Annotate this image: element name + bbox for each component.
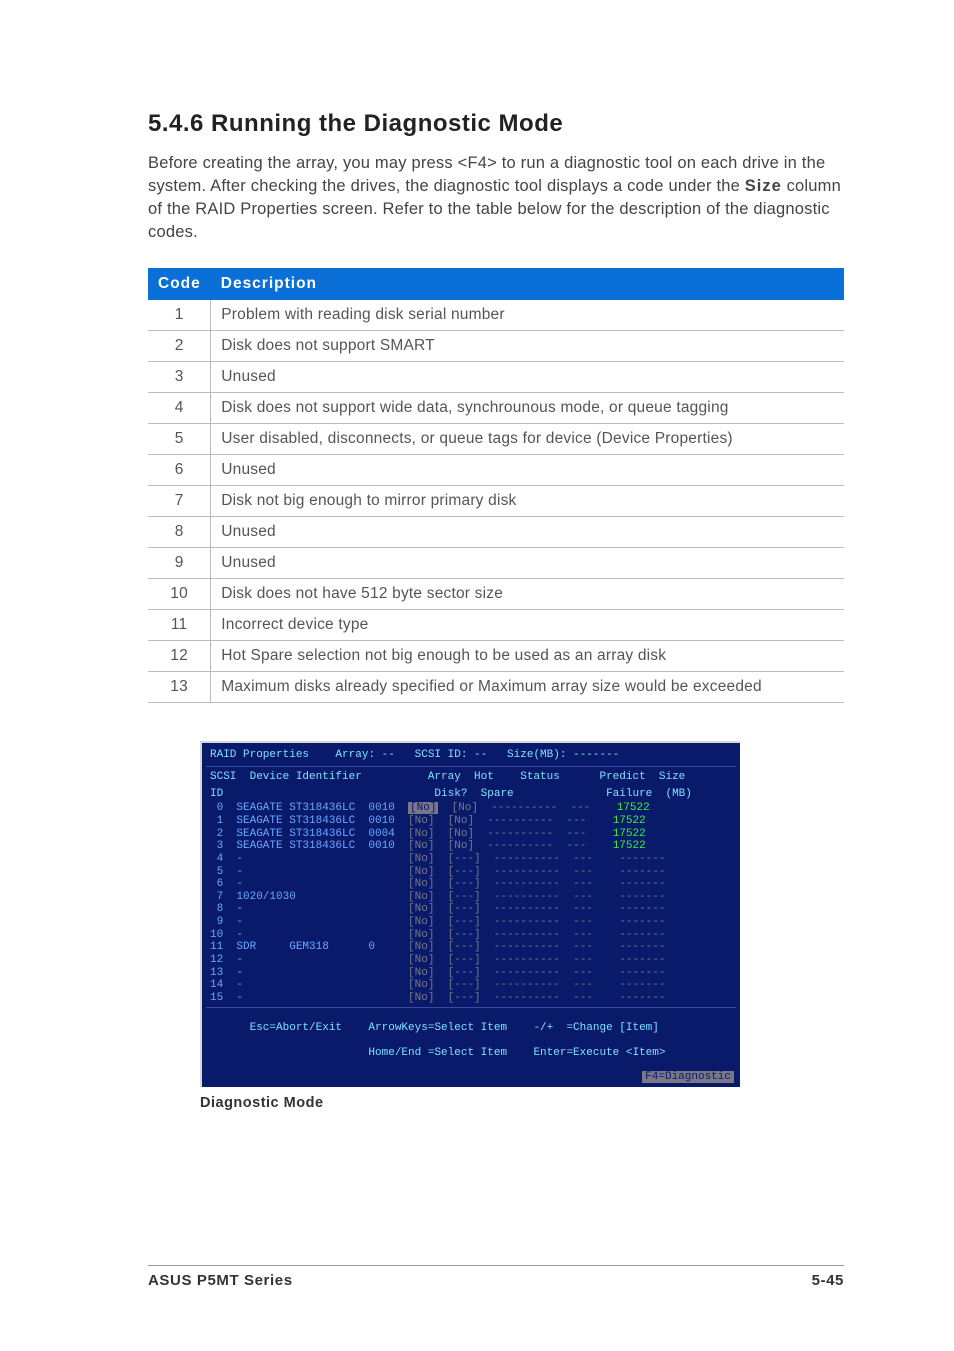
bios-row: 9 - [No] [---] ---------- --- ------- xyxy=(210,916,732,929)
desc-cell: Maximum disks already specified or Maxim… xyxy=(211,672,844,703)
bios-row: 8 - [No] [---] ---------- --- ------- xyxy=(210,903,732,916)
code-cell: 10 xyxy=(148,579,211,610)
bios-row: 5 - [No] [---] ---------- --- ------- xyxy=(210,866,732,879)
bios-row: 14 - [No] [---] ---------- --- ------- xyxy=(210,979,732,992)
bios-row: 4 - [No] [---] ---------- --- ------- xyxy=(210,853,732,866)
desc-cell: Problem with reading disk serial number xyxy=(211,300,844,331)
code-cell: 11 xyxy=(148,610,211,641)
code-cell: 4 xyxy=(148,393,211,424)
bios-footer-2: Home/End =Select Item Enter=Execute <Ite… xyxy=(250,1047,666,1059)
table-row: 7Disk not big enough to mirror primary d… xyxy=(148,486,844,517)
bios-caption: Diagnostic Mode xyxy=(200,1095,740,1111)
desc-cell: User disabled, disconnects, or queue tag… xyxy=(211,424,844,455)
desc-cell: Unused xyxy=(211,517,844,548)
table-row: 2Disk does not support SMART xyxy=(148,331,844,362)
table-row: 4Disk does not support wide data, synchr… xyxy=(148,393,844,424)
bios-row: 15 - [No] [---] ---------- --- ------- xyxy=(210,992,732,1005)
footer-left: ASUS P5MT Series xyxy=(148,1272,293,1289)
bios-footer: Esc=Abort/Exit ArrowKeys=Select Item -/+… xyxy=(206,1007,736,1086)
desc-cell: Disk does not support SMART xyxy=(211,331,844,362)
table-row: 1Problem with reading disk serial number xyxy=(148,300,844,331)
code-cell: 12 xyxy=(148,641,211,672)
bios-row: 1 SEAGATE ST318436LC 0010 [No] [No] ----… xyxy=(210,815,732,828)
section-heading: 5.4.6 Running the Diagnostic Mode xyxy=(148,110,844,138)
bios-columns-1: SCSI Device Identifier Array Hot Status … xyxy=(206,769,736,786)
bios-row: 10 - [No] [---] ---------- --- ------- xyxy=(210,929,732,942)
footer-right: 5-45 xyxy=(812,1272,844,1289)
desc-cell: Disk does not have 512 byte sector size xyxy=(211,579,844,610)
desc-cell: Disk does not support wide data, synchro… xyxy=(211,393,844,424)
bios-footer-1: Esc=Abort/Exit ArrowKeys=Select Item -/+… xyxy=(250,1022,659,1034)
code-cell: 5 xyxy=(148,424,211,455)
code-cell: 2 xyxy=(148,331,211,362)
diagnostic-codes-table: Code Description 1Problem with reading d… xyxy=(148,268,844,703)
code-cell: 8 xyxy=(148,517,211,548)
bios-row: 3 SEAGATE ST318436LC 0010 [No] [No] ----… xyxy=(210,840,732,853)
code-cell: 9 xyxy=(148,548,211,579)
bios-screenshot: RAID Properties Array: -- SCSI ID: -- Si… xyxy=(200,741,740,1087)
code-cell: 1 xyxy=(148,300,211,331)
table-row: 11Incorrect device type xyxy=(148,610,844,641)
bios-row: 12 - [No] [---] ---------- --- ------- xyxy=(210,954,732,967)
table-row: 6Unused xyxy=(148,455,844,486)
desc-cell: Disk not big enough to mirror primary di… xyxy=(211,486,844,517)
intro-text-before: Before creating the array, you may press… xyxy=(148,154,825,195)
desc-cell: Unused xyxy=(211,362,844,393)
table-row: 9Unused xyxy=(148,548,844,579)
bios-row: 2 SEAGATE ST318436LC 0004 [No] [No] ----… xyxy=(210,828,732,841)
bios-row: 0 SEAGATE ST318436LC 0010 [No] [No] ----… xyxy=(210,802,732,815)
desc-cell: Unused xyxy=(211,548,844,579)
bios-row: 7 1020/1030 [No] [---] ---------- --- --… xyxy=(210,891,732,904)
code-cell: 3 xyxy=(148,362,211,393)
th-code: Code xyxy=(148,268,211,300)
bios-row: 6 - [No] [---] ---------- --- ------- xyxy=(210,878,732,891)
code-cell: 7 xyxy=(148,486,211,517)
bios-row: 13 - [No] [---] ---------- --- ------- xyxy=(210,967,732,980)
code-cell: 6 xyxy=(148,455,211,486)
intro-paragraph: Before creating the array, you may press… xyxy=(148,152,844,244)
code-cell: 13 xyxy=(148,672,211,703)
table-row: 8Unused xyxy=(148,517,844,548)
table-row: 13Maximum disks already specified or Max… xyxy=(148,672,844,703)
intro-bold-size: Size xyxy=(745,177,782,195)
table-row: 5User disabled, disconnects, or queue ta… xyxy=(148,424,844,455)
th-description: Description xyxy=(211,268,844,300)
page-footer: ASUS P5MT Series 5-45 xyxy=(148,1265,844,1289)
bios-row: 11 SDR GEM318 0 [No] [---] ---------- --… xyxy=(210,941,732,954)
desc-cell: Incorrect device type xyxy=(211,610,844,641)
desc-cell: Unused xyxy=(211,455,844,486)
bios-header: RAID Properties Array: -- SCSI ID: -- Si… xyxy=(206,747,736,767)
bios-columns-2: ID Disk? Spare Failure (MB) xyxy=(206,786,736,803)
table-row: 3Unused xyxy=(148,362,844,393)
bios-f4-label: F4=Diagnostic xyxy=(642,1071,734,1084)
table-row: 10Disk does not have 512 byte sector siz… xyxy=(148,579,844,610)
table-row: 12Hot Spare selection not big enough to … xyxy=(148,641,844,672)
desc-cell: Hot Spare selection not big enough to be… xyxy=(211,641,844,672)
